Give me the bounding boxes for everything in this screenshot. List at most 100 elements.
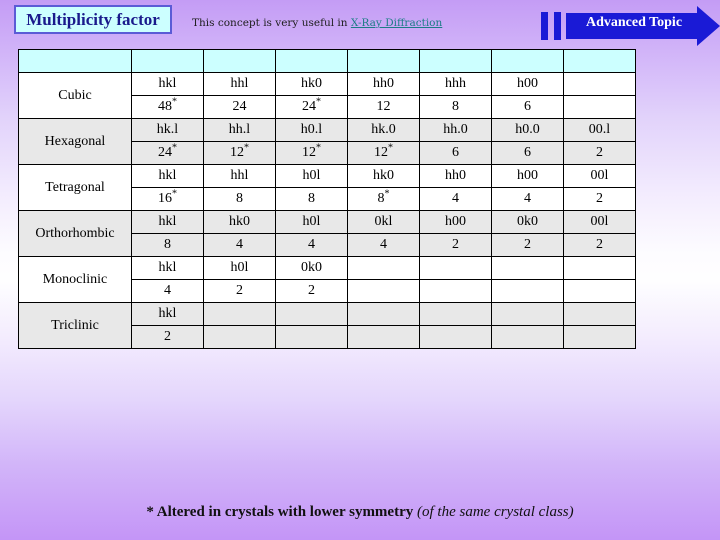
multiplicity-value: 24: [302, 99, 316, 114]
multiplicity-value-cell: [203, 325, 276, 349]
plane-index-cell: h00: [491, 72, 564, 96]
multiplicity-value-cell: 8: [203, 187, 276, 211]
multiplicity-value: 4: [308, 237, 315, 252]
multiplicity-value-cell: 4: [131, 279, 204, 303]
plane-index-cell: hkl: [131, 210, 204, 234]
multiplicity-value: 8: [164, 237, 171, 252]
plane-index-cell: [563, 72, 636, 96]
crystal-system-name: Tetragonal: [18, 164, 132, 211]
plane-index-cell: [203, 302, 276, 326]
multiplicity-value: 12: [376, 99, 391, 114]
multiplicity-value-cell: 2: [563, 141, 636, 165]
plane-index-cell: 00.l: [563, 118, 636, 142]
table-header-cell: [491, 49, 564, 73]
footnote-main-text: * Altered in crystals with lower symmetr…: [146, 504, 417, 520]
multiplicity-value-cell: 2: [491, 233, 564, 257]
plane-index-cell: h0.0: [491, 118, 564, 142]
multiplicity-value-cell: 12: [347, 95, 420, 119]
multiplicity-value-cell: 12*: [203, 141, 276, 165]
table-header-cell: [419, 49, 492, 73]
multiplicity-value-cell: 4: [419, 187, 492, 211]
plane-index-cell: hh0: [419, 164, 492, 188]
multiplicity-value-cell: 6: [491, 95, 564, 119]
multiplicity-value-cell: 2: [131, 325, 204, 349]
plane-index-cell: h0l: [275, 164, 348, 188]
slide-header: Multiplicity factor This concept is very…: [0, 0, 720, 48]
multiplicity-value: 2: [596, 145, 603, 160]
multiplicity-value: 8: [236, 191, 243, 206]
multiplicity-value: 2: [236, 283, 243, 298]
subtitle-prefix: This concept is very useful in: [192, 17, 351, 29]
star-footnote-marker: *: [172, 188, 177, 200]
plane-index-cell: [419, 256, 492, 280]
table-row: Orthorhombic hkl hk0 h0l 0kl h00 0k0 00l: [18, 210, 636, 257]
plane-index-cell: hh.l: [203, 118, 276, 142]
multiplicity-value-cell: 2: [275, 279, 348, 303]
table-row: Triclinic hkl: [18, 302, 636, 349]
advanced-topic-banner[interactable]: Advanced Topic: [538, 6, 720, 46]
multiplicity-value: 24: [232, 99, 247, 114]
multiplicity-value-cell: 24*: [275, 95, 348, 119]
multiplicity-value: 6: [524, 145, 531, 160]
subtitle: This concept is very useful in X-Ray Dif…: [192, 17, 442, 29]
multiplicity-value-cell: [347, 325, 420, 349]
plane-index-cell: 00l: [563, 210, 636, 234]
multiplicity-value: 24: [158, 145, 172, 160]
multiplicity-value-cell: [347, 279, 420, 303]
plane-index-cell: hk.0: [347, 118, 420, 142]
multiplicity-value-cell: 4: [491, 187, 564, 211]
multiplicity-value: 4: [380, 237, 387, 252]
plane-index-cell: hk0: [347, 164, 420, 188]
multiplicity-value-cell: 12*: [275, 141, 348, 165]
plane-index-cell: hh.0: [419, 118, 492, 142]
table-row: Monoclinic hkl h0l 0k0: [18, 256, 636, 303]
multiplicity-value: 2: [452, 237, 459, 252]
star-footnote-marker: *: [316, 96, 321, 108]
table-row: Hexagonal hk.l hh.l h0.l hk.0 hh.0 h0.0 00.l: [18, 118, 636, 165]
star-footnote-marker: *: [244, 142, 249, 154]
multiplicity-value-cell: 2: [563, 233, 636, 257]
crystal-system-name: Cubic: [18, 72, 132, 119]
multiplicity-value-cell: 48*: [131, 95, 204, 119]
footnote: * Altered in crystals with lower symmetr…: [0, 504, 720, 521]
multiplicity-factor-table: Cubic hkl hhl hk0 hh0 hhh h00 48* 24 24* 12 8 6 Hexag…: [18, 49, 636, 349]
page-title: Multiplicity factor: [26, 9, 160, 29]
plane-index-cell: hhl: [203, 164, 276, 188]
star-footnote-marker: *: [384, 188, 390, 200]
multiplicity-value: 48: [158, 99, 172, 114]
plane-index-cell: hkl: [131, 164, 204, 188]
multiplicity-value-cell: [491, 279, 564, 303]
multiplicity-value: 4: [452, 191, 459, 206]
plane-index-cell: [491, 302, 564, 326]
star-footnote-marker: *: [172, 96, 177, 108]
table-header-cell: [203, 49, 276, 73]
multiplicity-value-cell: 12*: [347, 141, 420, 165]
table-header-cell: [18, 49, 132, 73]
plane-index-cell: 00l: [563, 164, 636, 188]
x-ray-diffraction-link[interactable]: X-Ray Diffraction: [351, 17, 442, 29]
plane-index-cell: [347, 302, 420, 326]
multiplicity-value: 4: [524, 191, 531, 206]
multiplicity-value: 8: [452, 99, 459, 114]
plane-index-cell: hh0: [347, 72, 420, 96]
multiplicity-value-cell: 8*: [347, 187, 420, 211]
plane-index-cell: hk0: [203, 210, 276, 234]
multiplicity-value: 12: [302, 145, 316, 160]
multiplicity-value-cell: 4: [203, 233, 276, 257]
multiplicity-value-cell: [563, 325, 636, 349]
plane-index-cell: [347, 256, 420, 280]
multiplicity-value: 6: [452, 145, 459, 160]
plane-index-cell: h0.l: [275, 118, 348, 142]
multiplicity-value-cell: 16*: [131, 187, 204, 211]
multiplicity-value: 4: [164, 283, 171, 298]
plane-index-cell: [563, 302, 636, 326]
multiplicity-value: 12: [230, 145, 244, 160]
multiplicity-value-cell: 2: [203, 279, 276, 303]
banner-bar-left-icon: [541, 12, 548, 40]
multiplicity-value-cell: [563, 279, 636, 303]
multiplicity-value-cell: 4: [275, 233, 348, 257]
table-header-cell: [275, 49, 348, 73]
multiplicity-value: 6: [524, 99, 531, 114]
multiplicity-value: 2: [596, 191, 603, 206]
plane-index-cell: hkl: [131, 256, 204, 280]
